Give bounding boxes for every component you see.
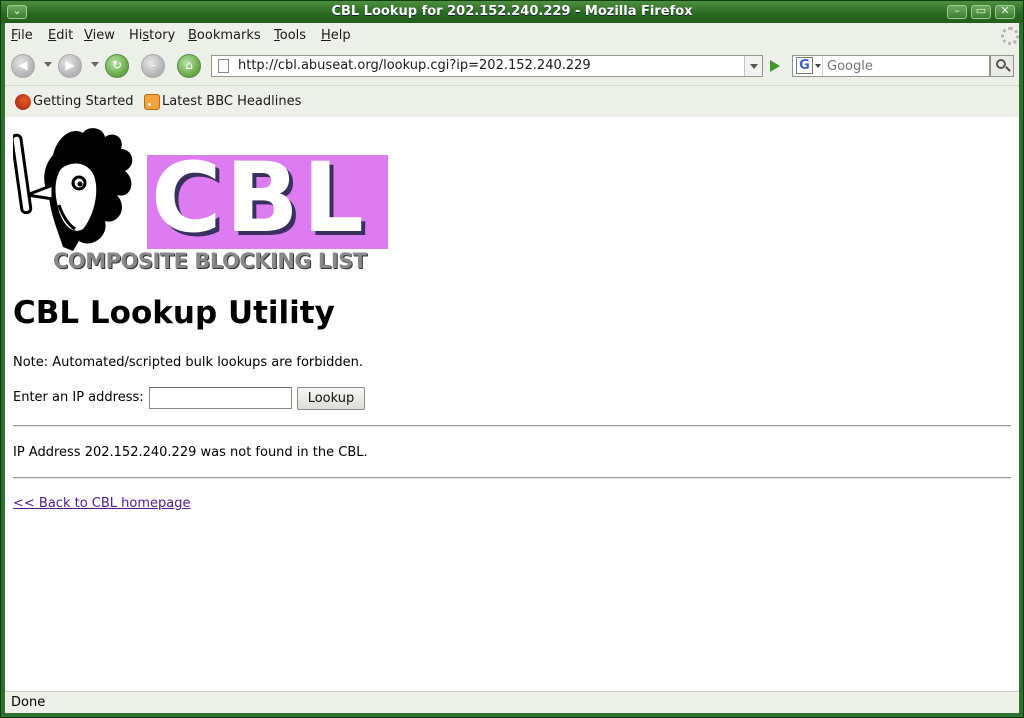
menu-history[interactable]: History (129, 28, 175, 43)
stop-icon: – (150, 58, 156, 72)
url-text[interactable]: http://cbl.abuseat.org/lookup.cgi?ip=202… (238, 58, 591, 73)
firefox-icon (15, 94, 31, 110)
forward-arrow-icon: ▶ (65, 58, 75, 72)
search-button[interactable] (990, 55, 1014, 77)
menu-bar: File Edit View History Bookmarks Tools H… (5, 23, 1019, 49)
rss-feed-icon (144, 94, 160, 110)
browser-chrome: File Edit View History Bookmarks Tools H… (5, 23, 1019, 117)
menu-bookmarks[interactable]: Bookmarks (188, 28, 261, 43)
divider (13, 477, 1011, 479)
status-text: Done (11, 695, 46, 710)
forward-history-dropdown[interactable] (91, 62, 99, 67)
page-icon (218, 59, 229, 73)
maximize-icon: ▭ (975, 4, 987, 17)
throbber-icon (1001, 27, 1019, 45)
page-title: CBL Lookup Utility (13, 295, 335, 331)
rooster-mascot-icon (13, 128, 133, 251)
search-bar: G (792, 55, 990, 77)
reload-icon: ↻ (111, 58, 123, 72)
maximize-button[interactable]: ▭ (971, 4, 991, 19)
url-bar[interactable]: http://cbl.abuseat.org/lookup.cgi?ip=202… (211, 55, 763, 77)
menu-edit[interactable]: Edit (48, 28, 73, 43)
forward-button[interactable]: ▶ (58, 54, 82, 78)
minimize-button[interactable]: – (947, 4, 967, 19)
go-arrow-icon (770, 60, 780, 72)
url-history-dropdown[interactable] (744, 56, 762, 76)
lookup-button[interactable]: Lookup (297, 387, 365, 410)
minimize-icon: – (954, 4, 960, 17)
home-button[interactable]: ⌂ (177, 54, 201, 78)
ip-address-input[interactable] (149, 387, 292, 409)
divider (13, 425, 1011, 427)
logo-text: CBL (151, 142, 368, 254)
lookup-form: Enter an IP address: Lookup (13, 387, 413, 411)
search-icon-handle (1005, 66, 1011, 72)
menu-help[interactable]: Help (321, 28, 351, 43)
bookmarks-toolbar: Getting Started Latest BBC Headlines (5, 85, 1019, 116)
ip-address-label: Enter an IP address: (13, 390, 144, 405)
bookmark-latest-bbc-headlines[interactable]: Latest BBC Headlines (162, 94, 301, 109)
window-title: CBL Lookup for 202.152.240.229 - Mozilla… (331, 4, 693, 19)
back-to-homepage-link[interactable]: << Back to CBL homepage (13, 496, 191, 511)
search-engine-selector[interactable]: G (793, 56, 823, 76)
back-button[interactable]: ◀ (11, 54, 35, 78)
navigation-toolbar: ◀ ▶ ↻ – ⌂ http://cbl.abuseat.org/lookup.… (5, 50, 1019, 84)
cbl-logo: CBL COMPOSITE BLOCKING LIST (13, 125, 393, 275)
google-icon: G (796, 57, 813, 74)
page-content: CBL COMPOSITE BLOCKING LIST CBL Lookup U… (5, 117, 1019, 691)
bulk-lookup-note: Note: Automated/scripted bulk lookups ar… (13, 355, 364, 370)
close-button[interactable]: ✕ (995, 4, 1015, 19)
bookmark-getting-started[interactable]: Getting Started (33, 94, 134, 109)
menu-tools[interactable]: Tools (274, 28, 306, 43)
close-icon: ✕ (1000, 4, 1010, 17)
back-history-dropdown[interactable] (44, 62, 52, 67)
logo-subtitle: COMPOSITE BLOCKING LIST (53, 249, 367, 273)
title-bar: ⌄ CBL Lookup for 202.152.240.229 - Mozil… (1, 1, 1023, 23)
menu-view[interactable]: View (84, 28, 115, 43)
home-icon: ⌂ (185, 58, 193, 72)
chevron-down-icon (815, 64, 821, 68)
browser-window: ⌄ CBL Lookup for 202.152.240.229 - Mozil… (0, 0, 1024, 718)
lookup-result: IP Address 202.152.240.229 was not found… (13, 445, 368, 460)
reload-button[interactable]: ↻ (105, 54, 129, 78)
stop-button[interactable]: – (141, 54, 165, 78)
go-button[interactable] (763, 55, 787, 77)
search-input[interactable] (827, 57, 987, 75)
back-arrow-icon: ◀ (18, 58, 28, 72)
menu-file[interactable]: File (11, 28, 33, 43)
status-bar: Done (5, 691, 1019, 713)
